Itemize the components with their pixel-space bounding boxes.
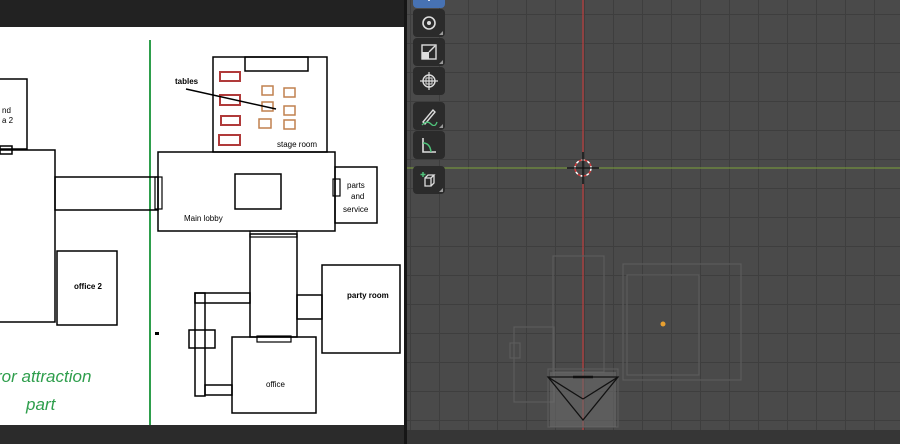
canvas-background bbox=[0, 27, 404, 425]
partial-room-label-1: nd bbox=[2, 106, 11, 115]
parts-label-1: parts bbox=[347, 181, 365, 190]
viewport-scene bbox=[407, 0, 900, 444]
image-viewer-pane: nd a 2 office 2 ror attraction part tabl… bbox=[0, 0, 404, 444]
viewer-top-bar bbox=[0, 0, 404, 27]
rotate-more-indicator bbox=[439, 31, 443, 35]
viewer-bottom-bar bbox=[0, 425, 404, 444]
measure-tool-button[interactable] bbox=[413, 131, 445, 159]
model-office-fill bbox=[550, 372, 616, 427]
office-label: office bbox=[266, 380, 286, 389]
small-mark bbox=[155, 332, 159, 335]
model-room-right bbox=[622, 263, 742, 381]
viewport-bottom-bar bbox=[407, 430, 900, 444]
scale-icon bbox=[421, 44, 437, 60]
partial-room-label-2: a 2 bbox=[2, 116, 14, 125]
scale-tool-button[interactable] bbox=[413, 38, 445, 66]
add-cube-tool-button[interactable] bbox=[413, 166, 445, 194]
annotate-more-indicator bbox=[439, 124, 443, 128]
party-room-label: party room bbox=[347, 291, 389, 300]
rotate-icon bbox=[422, 16, 436, 30]
annotate-icon bbox=[421, 108, 438, 126]
measure-icon bbox=[422, 138, 436, 153]
rotate-tool-button[interactable] bbox=[413, 9, 445, 37]
office2-label: office 2 bbox=[74, 282, 103, 291]
add-cube-more-indicator bbox=[439, 188, 443, 192]
transform-tool-button[interactable] bbox=[413, 0, 445, 8]
annotate-tool-button[interactable] bbox=[413, 102, 445, 130]
scale-more-indicator bbox=[439, 60, 443, 64]
main-lobby-label: Main lobby bbox=[184, 214, 223, 223]
tables-label: tables bbox=[175, 77, 199, 86]
floorplan-image: nd a 2 office 2 ror attraction part tabl… bbox=[0, 27, 404, 425]
model-corridor bbox=[552, 255, 605, 373]
model-west-box bbox=[509, 342, 521, 359]
model-outline bbox=[509, 255, 742, 428]
parts-label-3: service bbox=[343, 205, 369, 214]
3d-cursor-icon[interactable] bbox=[567, 152, 599, 184]
3d-viewport[interactable] bbox=[407, 0, 900, 444]
stage-room-label: stage room bbox=[277, 140, 317, 149]
transform-all-tool-button[interactable] bbox=[413, 67, 445, 95]
attraction-label-1: ror attraction bbox=[0, 367, 91, 386]
object-origin-dot bbox=[660, 321, 666, 327]
attraction-label-2: part bbox=[25, 395, 57, 414]
add-cube-icon bbox=[420, 172, 436, 187]
transform-all-icon bbox=[420, 72, 438, 90]
parts-label-2: and bbox=[351, 192, 364, 201]
transform-icon bbox=[428, 0, 430, 1]
